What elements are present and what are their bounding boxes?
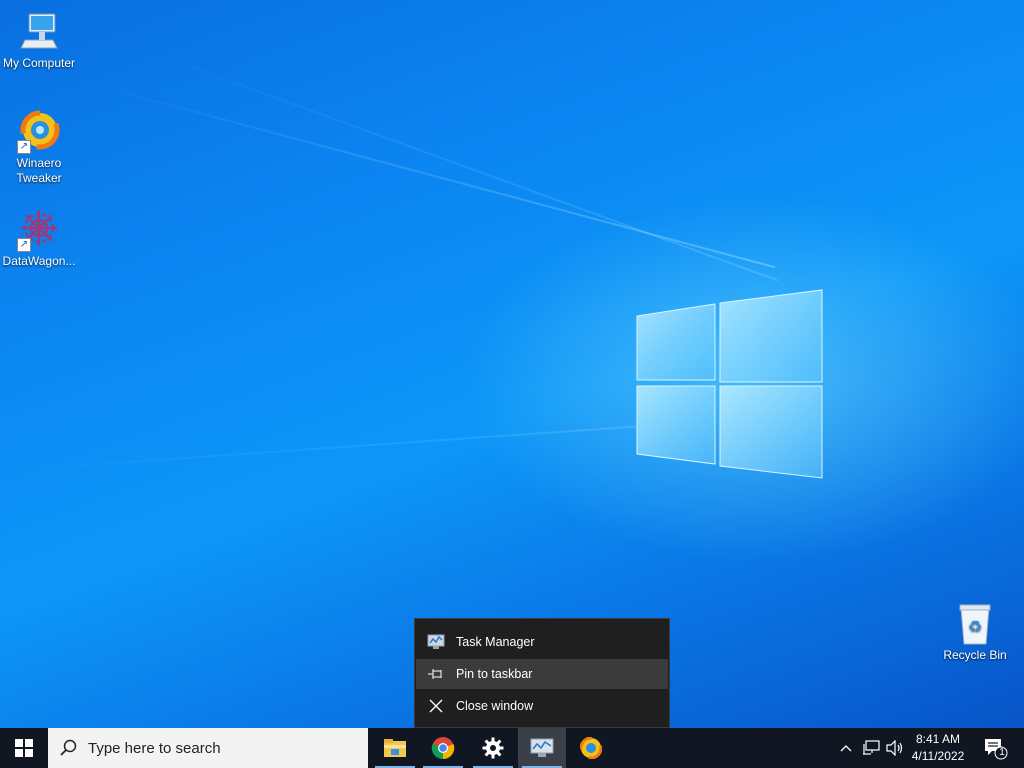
taskbar-jump-list: Task Manager Pin to taskbar Close window <box>414 618 670 728</box>
jumplist-item-close-window[interactable]: Close window <box>416 691 668 721</box>
start-button[interactable] <box>0 728 48 768</box>
jumplist-item-label: Pin to taskbar <box>456 667 533 681</box>
desktop[interactable]: My Computer ↗ Winaero Tweaker ↗ DataWago… <box>0 0 1024 728</box>
jumplist-item-task-manager[interactable]: Task Manager <box>416 627 668 657</box>
taskbar-app-task-manager[interactable] <box>518 728 566 768</box>
jumplist-item-pin-to-taskbar[interactable]: Pin to taskbar <box>416 659 668 689</box>
volume-icon <box>886 740 903 756</box>
pin-icon <box>416 668 456 680</box>
network-button[interactable] <box>860 728 882 768</box>
taskbar-app-settings[interactable] <box>469 728 517 768</box>
taskbar-app-chrome[interactable] <box>419 728 467 768</box>
task-manager-icon <box>530 738 554 757</box>
taskbar-app-file-explorer[interactable] <box>371 728 419 768</box>
desktop-icon-datawagon[interactable]: ↗ DataWagon... <box>0 208 78 269</box>
desktop-icon-recycle-bin[interactable]: ♻ Recycle Bin <box>936 602 1014 663</box>
windows-start-icon <box>15 739 33 757</box>
jumplist-item-label: Task Manager <box>456 635 535 649</box>
task-manager-icon <box>416 634 456 650</box>
computer-icon <box>17 10 61 54</box>
desktop-icon-my-computer[interactable]: My Computer <box>0 10 78 71</box>
winaero-tweaker-icon: ↗ <box>17 110 61 154</box>
recycle-bin-icon: ♻ <box>953 602 997 646</box>
desktop-icon-label: DataWagon... <box>2 254 76 268</box>
search-icon <box>48 739 88 757</box>
taskbar-search-box[interactable]: Type here to search <box>48 728 368 768</box>
chrome-icon <box>431 737 455 760</box>
desktop-icon-label: Winaero Tweaker <box>16 156 62 185</box>
clock-date: 4/11/2022 <box>911 749 965 763</box>
show-hidden-icons-button[interactable] <box>836 728 856 768</box>
notification-count-badge: 1 <box>999 747 1005 758</box>
shortcut-arrow-icon: ↗ <box>17 140 31 154</box>
file-explorer-icon <box>384 739 406 757</box>
desktop-icon-label: My Computer <box>2 56 76 70</box>
chevron-up-icon <box>840 745 852 752</box>
jumplist-item-label: Close window <box>456 699 534 713</box>
taskbar-clock[interactable]: 8:41 AM 4/11/2022 <box>904 731 972 765</box>
datawagon-icon: ↗ <box>17 208 61 252</box>
winaero-tweaker-icon <box>580 737 602 759</box>
clock-time: 8:41 AM <box>915 732 961 746</box>
taskbar: Type here to search 8:41 AM 4/11/2022 1 <box>0 728 1024 768</box>
volume-button[interactable] <box>884 728 906 768</box>
network-icon <box>863 740 880 755</box>
desktop-icon-winaero-tweaker[interactable]: ↗ Winaero Tweaker <box>0 110 78 186</box>
taskbar-app-winaero-tweaker[interactable] <box>567 728 615 768</box>
shortcut-arrow-icon: ↗ <box>17 238 31 252</box>
close-icon <box>416 699 456 713</box>
settings-gear-icon <box>482 737 504 759</box>
svg-text:♻: ♻ <box>968 617 982 636</box>
search-placeholder: Type here to search <box>88 739 221 757</box>
desktop-icon-label: Recycle Bin <box>943 648 1007 662</box>
action-center-button[interactable]: 1 <box>978 728 1012 768</box>
